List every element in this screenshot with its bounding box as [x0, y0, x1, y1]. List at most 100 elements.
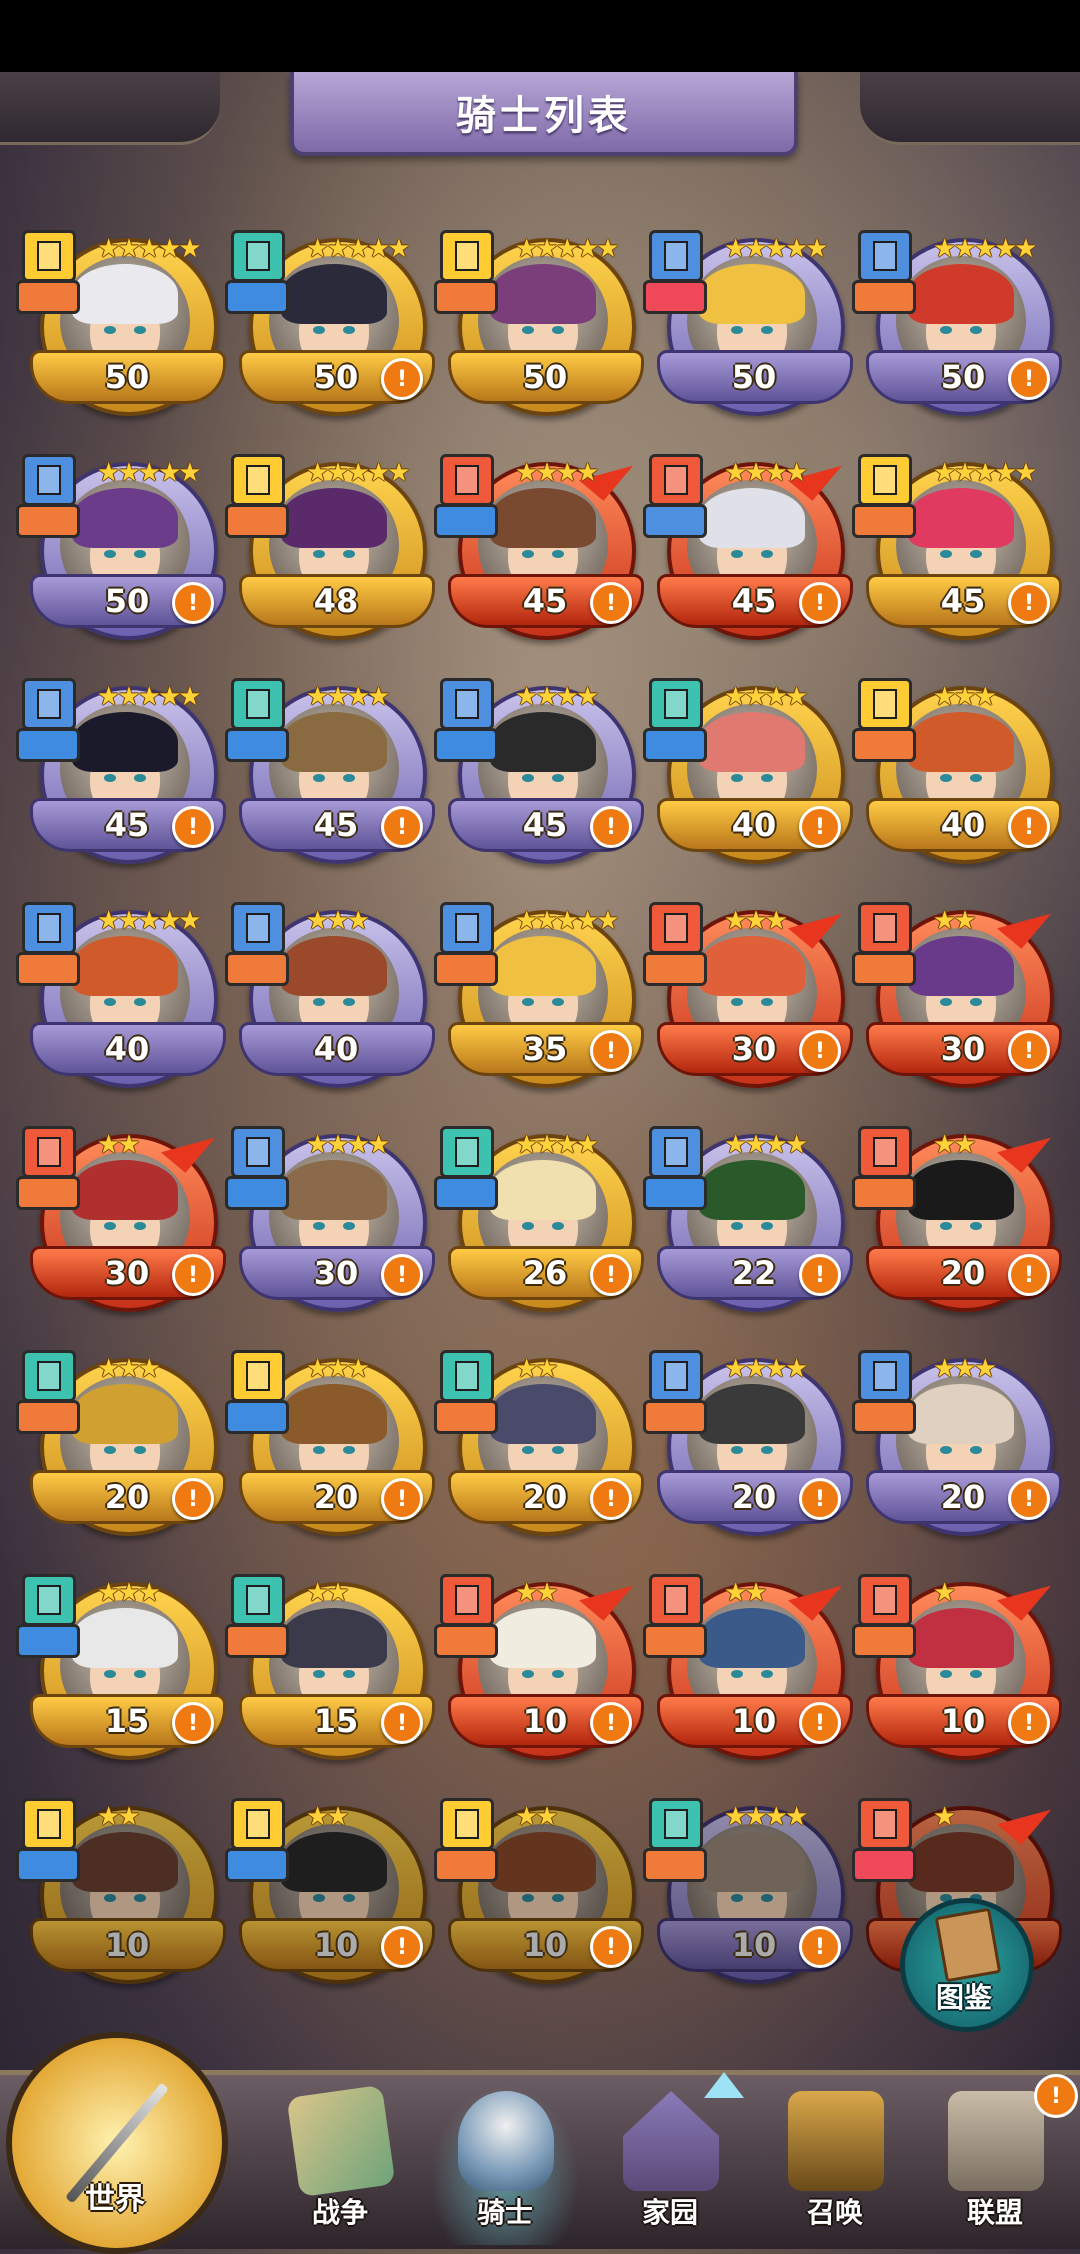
nav-war[interactable]: 战争 — [265, 2084, 415, 2245]
portrait-eye — [343, 1670, 355, 1678]
knight-card[interactable]: ★ ★ ★ ★ ★ 50! — [852, 230, 1062, 430]
star-icon: ★ — [346, 906, 370, 936]
portrait-hair — [72, 1384, 178, 1444]
alert-icon: ! — [1008, 806, 1050, 848]
star-rating: ★ ★ — [933, 1130, 977, 1160]
knight-card[interactable]: ★ ★ ★ 40 — [225, 902, 435, 1102]
knight-card[interactable]: ★ ★ ★ ★ 20! — [643, 1350, 853, 1550]
role-icon — [434, 280, 498, 314]
knight-card[interactable]: ★ ★ 10! — [434, 1565, 644, 1774]
role-icon — [852, 1848, 916, 1882]
knight-card[interactable]: ★ ★ ★ 15! — [16, 1574, 226, 1774]
knight-level: 40 — [940, 806, 986, 844]
map-icon — [286, 2084, 396, 2198]
portrait-eye — [552, 1894, 564, 1902]
nav-summon[interactable]: 召唤 — [760, 2085, 910, 2245]
knight-level: 35 — [522, 1030, 568, 1068]
alert-icon: ! — [381, 806, 423, 848]
nav-knights[interactable]: 骑士 — [430, 2085, 580, 2245]
world-button[interactable]: 世界 — [0, 2020, 232, 2254]
portrait-eye — [761, 774, 773, 782]
portrait-eye — [343, 1222, 355, 1230]
header-decoration-right — [860, 72, 1080, 145]
knight-card[interactable]: ★ ★ ★ 30! — [643, 893, 853, 1102]
star-icon: ★ — [784, 682, 809, 712]
portrait-eye — [970, 1446, 982, 1454]
class-icon — [231, 1126, 285, 1178]
knight-card[interactable]: ★ ★ 20! — [852, 1117, 1062, 1326]
knight-card[interactable]: ★ ★ ★ 40! — [852, 678, 1062, 878]
knight-card[interactable]: ★ ★ ★ ★ ★ 50! — [225, 230, 435, 430]
star-rating: ★ ★ ★ ★ — [306, 1130, 390, 1160]
knight-level: 26 — [522, 1254, 568, 1292]
knight-level: 22 — [731, 1254, 777, 1292]
star-icon: ★ — [535, 1578, 559, 1608]
knight-card[interactable]: ★ ★ ★ ★ ★ 50! — [16, 454, 226, 654]
knight-card[interactable]: ★ ★ ★ ★ 30! — [225, 1126, 435, 1326]
star-rating: ★ ★ ★ ★ ★ — [933, 458, 1038, 488]
portrait-hair — [490, 488, 596, 548]
atlas-button[interactable]: 图鉴 — [900, 1898, 1034, 2038]
role-icon — [434, 1400, 498, 1434]
knight-card[interactable]: ★ ★ ★ ★ 45! — [434, 678, 644, 878]
knight-card[interactable]: ★ ★ ★ ★ ★ 50 — [16, 230, 226, 430]
portrait-hair — [72, 264, 178, 324]
knight-card[interactable]: ★ ★ ★ ★ 45! — [643, 445, 853, 654]
role-icon — [225, 1176, 289, 1210]
portrait-eye — [343, 1894, 355, 1902]
class-icon — [22, 1350, 76, 1402]
knight-card[interactable]: ★ ★ ★ ★ ★ 50 — [643, 230, 853, 430]
knight-card[interactable]: ★ ★ ★ ★ 45! — [225, 678, 435, 878]
portrait-hair — [72, 1832, 178, 1892]
portrait-hair — [908, 1160, 1014, 1220]
star-icon: ★ — [805, 234, 829, 264]
knight-card[interactable]: ★ ★ ★ ★ ★ 48 — [225, 454, 435, 654]
portrait-eye — [940, 326, 952, 334]
portrait-eye — [522, 550, 534, 558]
knight-card[interactable]: ★ ★ ★ 20! — [16, 1350, 226, 1550]
portrait-eye — [134, 550, 146, 558]
knight-card[interactable]: ★ ★ ★ ★ 26! — [434, 1126, 644, 1326]
portrait-eye — [731, 1222, 743, 1230]
class-icon — [858, 1126, 912, 1178]
knight-card[interactable]: ★ ★ ★ ★ ★ 45! — [852, 454, 1062, 654]
knight-card[interactable]: ★ ★ 30! — [852, 893, 1062, 1102]
knight-card[interactable]: ★ 10! — [852, 1565, 1062, 1774]
knight-card[interactable]: ★ ★ ★ ★ ★ 40 — [16, 902, 226, 1102]
star-rating: ★ ★ ★ ★ ★ — [97, 682, 202, 712]
star-icon: ★ — [346, 1354, 370, 1384]
knight-card[interactable]: ★ ★ ★ ★ ★ 45! — [16, 678, 226, 878]
alert-icon: ! — [381, 1254, 423, 1296]
knight-card[interactable]: ★ ★ 10! — [643, 1565, 853, 1774]
knight-card[interactable]: ★ ★ ★ ★ ★ 35! — [434, 902, 644, 1102]
portrait-hair — [72, 936, 178, 996]
portrait-eye — [552, 326, 564, 334]
knight-card[interactable]: ★ ★ 10 — [16, 1798, 226, 1998]
knight-card[interactable]: ★ ★ 20! — [434, 1350, 644, 1550]
alert-icon: ! — [172, 806, 214, 848]
portrait-eye — [761, 326, 773, 334]
knight-card[interactable]: ★ ★ ★ 20! — [852, 1350, 1062, 1550]
knight-card[interactable]: ★ ★ ★ ★ 10! — [643, 1798, 853, 1998]
portrait-eye — [522, 1670, 534, 1678]
star-rating: ★ ★ ★ ★ ★ — [97, 458, 202, 488]
portrait-eye — [134, 326, 146, 334]
star-rating: ★ ★ ★ ★ ★ — [933, 234, 1038, 264]
portrait-hair — [281, 1160, 387, 1220]
alert-icon: ! — [590, 582, 632, 624]
knight-card[interactable]: ★ ★ ★ ★ 40! — [643, 678, 853, 878]
nav-home[interactable]: 家园 — [595, 2085, 745, 2245]
knight-card[interactable]: ★ ★ ★ ★ 45! — [434, 445, 644, 654]
portrait-eye — [313, 326, 325, 334]
knight-card[interactable]: ★ ★ ★ ★ ★ 50 — [434, 230, 644, 430]
knight-card[interactable]: ★ ★ ★ 20! — [225, 1350, 435, 1550]
knight-card[interactable]: ★ ★ 10! — [225, 1798, 435, 1998]
knight-level: 10 — [731, 1926, 777, 1964]
knight-card[interactable]: ★ ★ 30! — [16, 1117, 226, 1326]
alert-icon: ! — [590, 806, 632, 848]
knight-card[interactable]: ★ ★ ★ ★ 22! — [643, 1126, 853, 1326]
role-icon — [225, 1848, 289, 1882]
knight-card[interactable]: ★ ★ 10! — [434, 1798, 644, 1998]
portrait-eye — [761, 998, 773, 1006]
knight-card[interactable]: ★ ★ 15! — [225, 1574, 435, 1774]
